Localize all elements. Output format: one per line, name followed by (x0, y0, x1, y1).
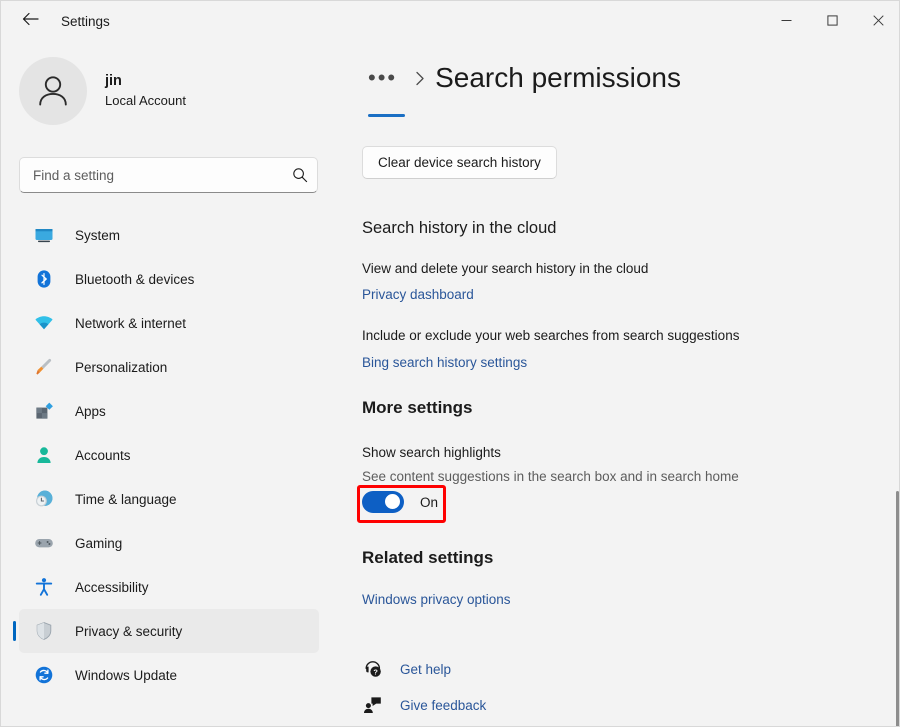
sidebar-item-label: Gaming (75, 536, 122, 551)
sidebar-item-privacy-security[interactable]: Privacy & security (19, 609, 319, 653)
get-help-link[interactable]: ? Get help (362, 658, 451, 680)
back-arrow-icon (22, 12, 39, 31)
svg-text:?: ? (373, 668, 378, 677)
minimize-button[interactable] (763, 1, 809, 39)
wifi-icon (33, 312, 55, 334)
avatar (19, 57, 87, 125)
sidebar: jin Local Account (1, 41, 335, 727)
cloud-description-2: Include or exclude your web searches fro… (362, 328, 739, 343)
profile-text: jin Local Account (105, 72, 186, 110)
search-input[interactable] (20, 168, 283, 183)
sidebar-item-personalization[interactable]: Personalization (19, 345, 319, 389)
title-bar: Settings (1, 1, 900, 41)
sidebar-item-windows-update[interactable]: Windows Update (19, 653, 319, 697)
breadcrumb-overflow-button[interactable]: ••• (362, 65, 403, 91)
sidebar-item-label: Accessibility (75, 580, 149, 595)
paintbrush-icon (33, 356, 55, 378)
sidebar-item-accounts[interactable]: Accounts (19, 433, 319, 477)
get-help-label: Get help (400, 662, 451, 677)
bing-search-history-settings-link[interactable]: Bing search history settings (362, 355, 527, 370)
game-controller-icon (33, 532, 55, 554)
section-heading-related-settings: Related settings (362, 548, 493, 568)
windows-privacy-options-link[interactable]: Windows privacy options (362, 592, 511, 607)
cloud-description-1: View and delete your search history in t… (362, 261, 648, 276)
section-heading-cloud: Search history in the cloud (362, 219, 556, 238)
profile-account-type: Local Account (105, 91, 186, 110)
user-profile[interactable]: jin Local Account (19, 57, 335, 125)
give-feedback-link[interactable]: Give feedback (362, 694, 486, 716)
sidebar-item-gaming[interactable]: Gaming (19, 521, 319, 565)
toggle-state-label: On (420, 495, 438, 510)
breadcrumb: ••• Search permissions (362, 61, 681, 95)
profile-name: jin (105, 72, 186, 91)
maximize-button[interactable] (809, 1, 855, 39)
sidebar-item-label: Personalization (75, 360, 167, 375)
sidebar-item-label: Apps (75, 404, 106, 419)
shield-icon (33, 620, 55, 642)
content-pane: ••• Search permissions Clear device sear… (335, 41, 900, 727)
show-search-highlights-toggle[interactable] (362, 491, 404, 513)
back-button[interactable] (13, 6, 47, 36)
apps-icon (33, 400, 55, 422)
sidebar-item-system[interactable]: System (19, 213, 319, 257)
window-controls (763, 1, 900, 39)
sidebar-item-time-language[interactable]: Time & language (19, 477, 319, 521)
sidebar-nav: System Bluetooth & devices (1, 213, 335, 697)
show-search-highlights-description: See content suggestions in the search bo… (362, 469, 739, 484)
feedback-person-icon (362, 694, 384, 716)
refresh-icon (33, 664, 55, 686)
toggle-knob (385, 494, 400, 509)
sidebar-item-bluetooth-devices[interactable]: Bluetooth & devices (19, 257, 319, 301)
system-monitor-icon (33, 224, 55, 246)
help-headset-icon: ? (362, 658, 384, 680)
search-icon[interactable] (283, 158, 317, 192)
app-title: Settings (61, 14, 110, 29)
section-heading-more-settings: More settings (362, 398, 473, 418)
search-box[interactable] (19, 157, 318, 193)
accessibility-person-icon (33, 576, 55, 598)
settings-window: Settings (0, 0, 900, 727)
bluetooth-icon (33, 268, 55, 290)
account-person-icon (33, 444, 55, 466)
show-search-highlights-toggle-row[interactable]: On (362, 491, 438, 513)
page-title: Search permissions (435, 61, 681, 95)
clock-globe-icon (33, 488, 55, 510)
content-scrollbar[interactable] (896, 491, 899, 727)
sidebar-item-label: Accounts (75, 448, 131, 463)
sidebar-item-label: Time & language (75, 492, 177, 507)
sidebar-item-network-internet[interactable]: Network & internet (19, 301, 319, 345)
sidebar-item-label: Privacy & security (75, 624, 182, 639)
chevron-right-icon (415, 71, 425, 86)
sidebar-item-apps[interactable]: Apps (19, 389, 319, 433)
sidebar-item-label: System (75, 228, 120, 243)
sidebar-item-label: Network & internet (75, 316, 186, 331)
give-feedback-label: Give feedback (400, 698, 486, 713)
privacy-dashboard-link[interactable]: Privacy dashboard (362, 287, 474, 302)
sidebar-item-accessibility[interactable]: Accessibility (19, 565, 319, 609)
clear-device-search-history-button[interactable]: Clear device search history (362, 146, 557, 179)
scrolled-accent-bar (368, 114, 405, 117)
close-button[interactable] (855, 1, 900, 39)
sidebar-item-label: Windows Update (75, 668, 177, 683)
show-search-highlights-title: Show search highlights (362, 445, 501, 460)
sidebar-item-label: Bluetooth & devices (75, 272, 194, 287)
